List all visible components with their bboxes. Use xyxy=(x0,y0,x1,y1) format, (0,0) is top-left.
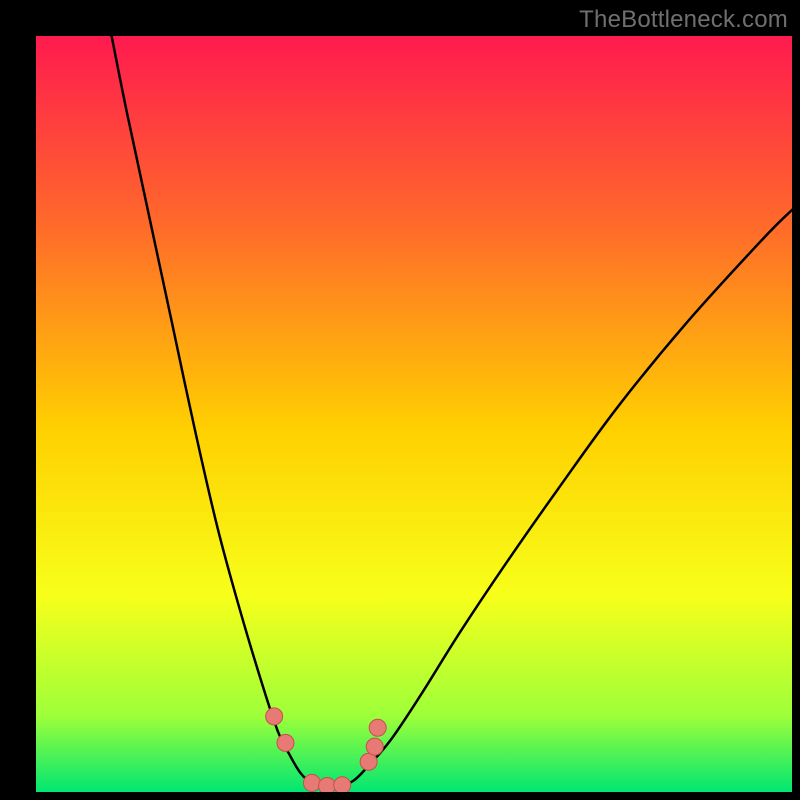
curve-marker xyxy=(303,774,320,791)
plot-area xyxy=(36,36,792,792)
curve-marker xyxy=(366,738,383,755)
curve-marker xyxy=(369,719,386,736)
curve-marker xyxy=(319,777,336,792)
plot-svg xyxy=(36,36,792,792)
chart-frame: TheBottleneck.com xyxy=(0,0,800,800)
curve-marker xyxy=(334,777,351,792)
curve-marker xyxy=(266,708,283,725)
curve-marker xyxy=(360,753,377,770)
curve-marker xyxy=(277,734,294,751)
gradient-background xyxy=(36,36,792,792)
watermark-label: TheBottleneck.com xyxy=(579,6,788,34)
